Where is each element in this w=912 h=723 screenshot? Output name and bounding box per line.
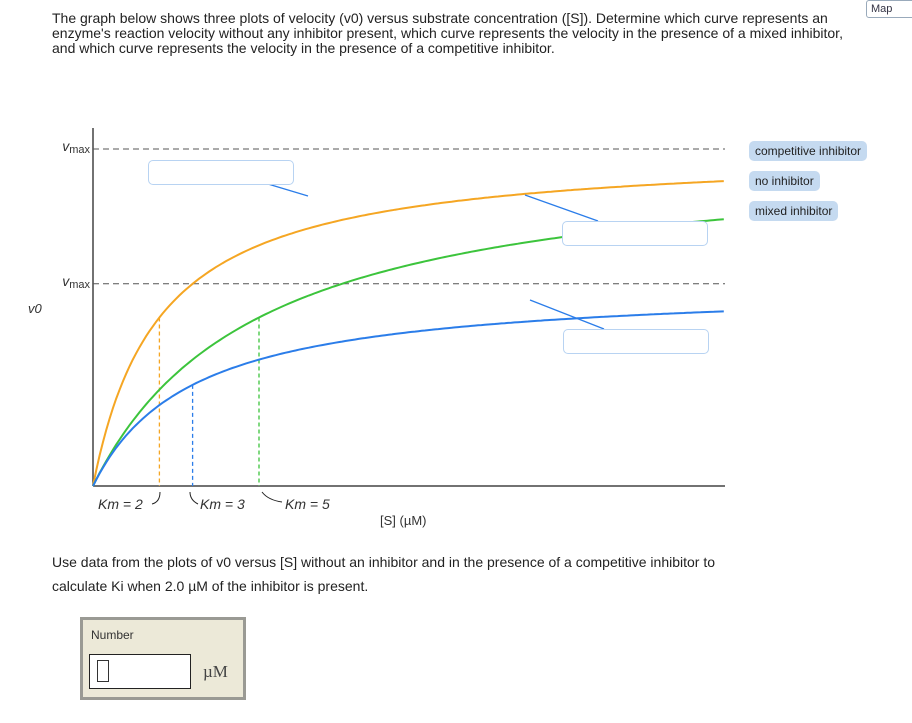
km-label: Km = 5 — [285, 496, 330, 512]
y-axis-label: v0 — [28, 301, 43, 316]
drop-target-3[interactable] — [563, 329, 709, 354]
km-label: Km = 2 — [98, 496, 143, 512]
connector-line — [529, 299, 605, 330]
vmax-label: vmax — [62, 138, 90, 156]
answer-label: Number — [91, 628, 134, 642]
answer-unit: µM — [203, 662, 228, 681]
vmax-label: vmax — [62, 273, 90, 291]
km-label: Km = 3 — [200, 496, 245, 512]
chip-competitive-inhibitor[interactable]: competitive inhibitor — [749, 141, 868, 161]
arrow-icon — [151, 491, 161, 505]
answer-input[interactable] — [89, 654, 191, 689]
chip-no-inhibitor[interactable]: no inhibitor — [749, 171, 820, 191]
answer-box: Number µM — [80, 617, 246, 700]
x-axis-label: [S] (µM) — [380, 513, 426, 528]
arrow-icon — [261, 491, 283, 503]
question2-text: Use data from the plots of v0 versus [S]… — [52, 550, 892, 598]
drop-target-1[interactable] — [148, 160, 294, 185]
connector-line — [524, 194, 599, 222]
text-cursor — [97, 660, 109, 682]
drop-target-2[interactable] — [562, 221, 708, 246]
question2-line2: calculate Ki when 2.0 µM of the inhibito… — [52, 578, 369, 594]
question2-line1: Use data from the plots of v0 versus [S]… — [52, 554, 716, 570]
velocity-chart: vmax vmax v0 [S] (µM) Km = 2 Km = 5 Km = 3 — [28, 128, 725, 528]
chip-mixed-inhibitor[interactable]: mixed inhibitor — [749, 201, 839, 221]
connector-line — [267, 183, 309, 197]
arrow-icon — [189, 491, 199, 505]
